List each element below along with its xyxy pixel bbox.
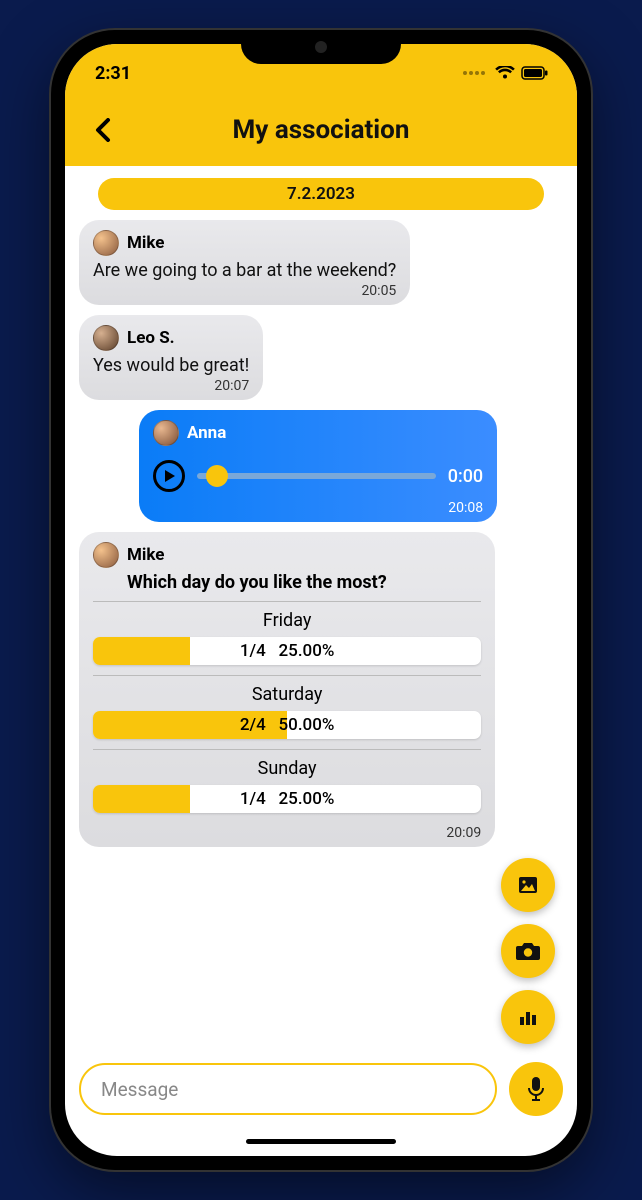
poll-pct: 25.00% [279, 789, 335, 809]
poll-option-label: Friday [93, 610, 481, 631]
message-time: 20:09 [93, 825, 481, 841]
avatar [153, 420, 179, 446]
poll-bar: 1/4 25.00% [93, 785, 481, 813]
avatar [93, 230, 119, 256]
bar-chart-icon [517, 1006, 539, 1028]
poll-option[interactable]: Friday 1/4 25.00% [93, 601, 481, 675]
voice-button[interactable] [509, 1062, 563, 1116]
action-buttons [501, 858, 555, 1044]
screen: 2:31 My association 7.2.2023 Mike Are we… [65, 44, 577, 1156]
sender-name: Mike [127, 545, 164, 565]
poll-fill [93, 785, 190, 813]
status-icons [463, 66, 549, 80]
poll-button[interactable] [501, 990, 555, 1044]
back-button[interactable] [85, 112, 121, 148]
battery-icon [521, 66, 549, 80]
mic-icon [526, 1076, 546, 1102]
message-bubble[interactable]: Mike Are we going to a bar at the weeken… [79, 220, 410, 305]
message-time: 20:05 [93, 283, 396, 299]
poll-count: 1/4 [240, 641, 266, 661]
poll-count: 1/4 [240, 789, 266, 809]
wifi-icon [495, 66, 515, 80]
page-title: My association [121, 115, 521, 145]
phone-frame: 2:31 My association 7.2.2023 Mike Are we… [51, 30, 591, 1170]
poll-pct: 25.00% [279, 641, 335, 661]
message-time: 20:07 [93, 378, 249, 394]
camera-icon [515, 940, 541, 962]
play-icon [165, 470, 175, 482]
message-bubble[interactable]: Leo S. Yes would be great! 20:07 [79, 315, 263, 400]
home-indicator[interactable] [246, 1139, 396, 1144]
notch [241, 30, 401, 64]
avatar [93, 325, 119, 351]
poll-pct: 50.00% [279, 715, 335, 735]
play-button[interactable] [153, 460, 185, 492]
message-time: 20:08 [153, 500, 483, 516]
date-separator: 7.2.2023 [98, 178, 543, 210]
image-icon [516, 873, 540, 897]
sender-name: Mike [127, 233, 164, 253]
poll-fill [93, 637, 190, 665]
poll-option[interactable]: Sunday 1/4 25.00% [93, 749, 481, 823]
slider-thumb[interactable] [206, 465, 228, 487]
poll-bar: 2/4 50.00% [93, 711, 481, 739]
cellular-dots-icon [463, 71, 485, 75]
audio-slider[interactable] [197, 473, 436, 479]
header: My association [65, 102, 577, 166]
poll-option-label: Sunday [93, 758, 481, 779]
poll-option-label: Saturday [93, 684, 481, 705]
message-text: Are we going to a bar at the weekend? [93, 260, 396, 281]
poll-count: 2/4 [240, 715, 266, 735]
gallery-button[interactable] [501, 858, 555, 912]
poll-bar: 1/4 25.00% [93, 637, 481, 665]
message-placeholder: Message [101, 1078, 178, 1101]
chevron-left-icon [94, 118, 112, 142]
sender-name: Anna [187, 423, 226, 443]
sender-name: Leo S. [127, 328, 175, 348]
poll-option[interactable]: Saturday 2/4 50.00% [93, 675, 481, 749]
avatar [93, 542, 119, 568]
status-time: 2:31 [95, 63, 131, 84]
audio-position: 0:00 [448, 466, 483, 487]
poll-question: Which day do you like the most? [127, 572, 481, 593]
message-text: Yes would be great! [93, 355, 249, 376]
camera-button[interactable] [501, 924, 555, 978]
audio-message-bubble[interactable]: Anna 0:00 20:08 [139, 410, 497, 522]
poll-bubble[interactable]: Mike Which day do you like the most? Fri… [79, 532, 495, 847]
message-input[interactable]: Message [79, 1063, 497, 1115]
